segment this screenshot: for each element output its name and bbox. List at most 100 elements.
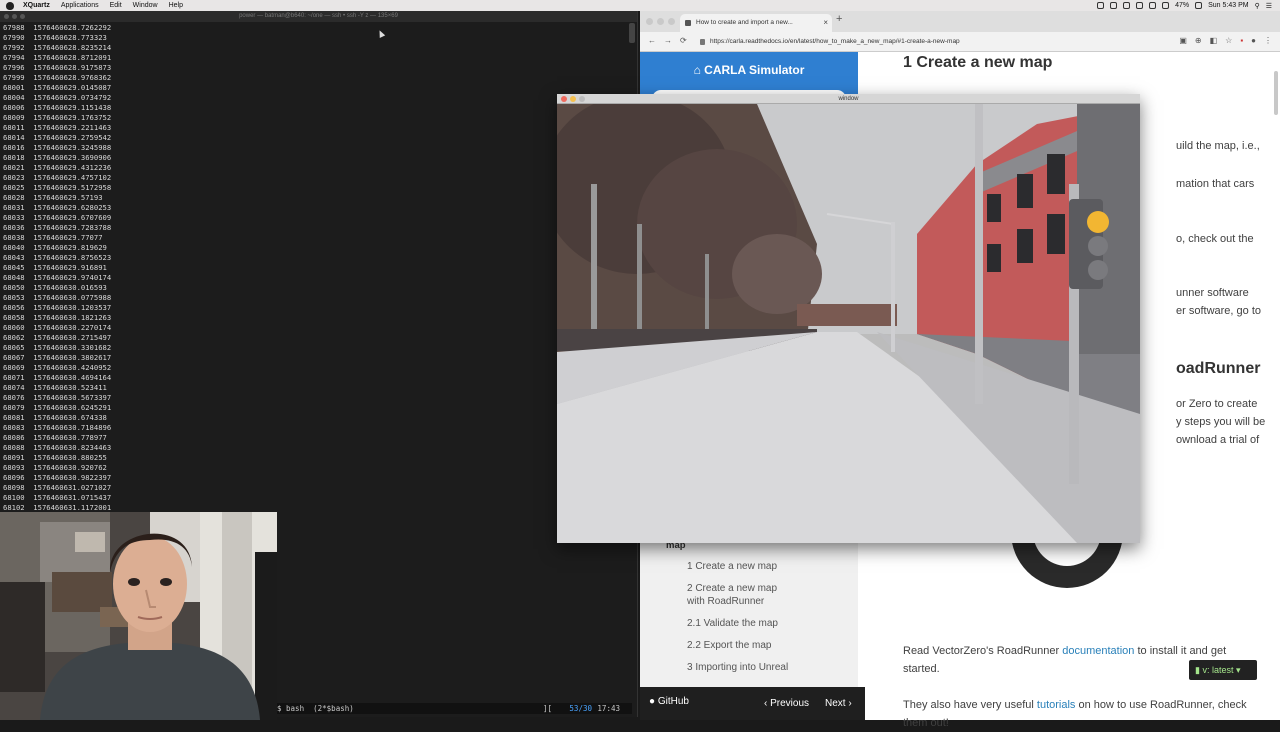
terminal-line: 68071 1576460630.4694164	[3, 373, 112, 382]
zoom-button[interactable]	[668, 18, 675, 25]
volume-icon[interactable]	[1149, 2, 1157, 9]
terminal-title: power — batman@b640: ~/one — ssh • ssh -…	[239, 13, 398, 19]
bluetooth-icon[interactable]	[1136, 2, 1144, 9]
terminal-scrollbar[interactable]	[629, 23, 635, 43]
apple-logo-icon[interactable]	[6, 1, 14, 10]
status-icon-1[interactable]	[1097, 2, 1105, 9]
terminal-line: 67990 1576460628.773323	[3, 33, 107, 42]
zoom-icon[interactable]: ⊕	[1195, 36, 1202, 45]
zoom-button[interactable]	[579, 96, 585, 102]
close-button[interactable]	[4, 14, 9, 19]
status-area: 47% Sun 5:43 PM ⚲ ☰	[1097, 0, 1272, 11]
terminal-line: 68050 1576460630.016593	[3, 283, 107, 292]
tutorials-link[interactable]: tutorials	[1037, 699, 1076, 711]
menu-help[interactable]: Help	[169, 2, 183, 9]
carla-3d-view[interactable]	[557, 104, 1140, 543]
github-label: GitHub	[657, 696, 689, 707]
para-text: They also have very useful	[903, 699, 1037, 711]
previous-link[interactable]: ‹ Previous	[764, 698, 809, 709]
menu-app-name[interactable]: XQuartz	[23, 2, 50, 9]
terminal-line: 68016 1576460629.3245988	[3, 143, 112, 152]
terminal-line: 67988 1576460628.7262292	[3, 23, 112, 32]
battery-percent[interactable]: 47%	[1175, 2, 1189, 9]
next-label: Next	[825, 698, 846, 709]
terminal-line: 67996 1576460628.9175873	[3, 63, 112, 72]
tab-close-icon[interactable]: ×	[823, 14, 828, 32]
terminal-line: 68053 1576460630.0775988	[3, 293, 112, 302]
github-link[interactable]: ● GitHub	[649, 696, 689, 707]
documentation-link[interactable]: documentation	[1062, 645, 1134, 657]
extension-icon[interactable]: ▣	[1179, 36, 1187, 45]
forward-icon[interactable]: →	[664, 36, 672, 45]
terminal-line: 68045 1576460629.916891	[3, 263, 107, 272]
menu-kebab-icon[interactable]: ⋮	[1264, 36, 1272, 45]
minimize-button[interactable]	[657, 18, 664, 25]
lock-icon	[700, 39, 705, 45]
terminal-line: 68004 1576460629.0734792	[3, 93, 112, 102]
toc-item-roadrunner[interactable]: 2 Create a new map with RoadRunner	[640, 582, 790, 608]
menu-window[interactable]: Window	[133, 2, 158, 9]
terminal-titlebar[interactable]: power — batman@b640: ~/one — ssh • ssh -…	[0, 11, 637, 22]
terminal-line: 68086 1576460630.778977	[3, 433, 107, 442]
toc-item-export[interactable]: 2.2 Export the map	[640, 639, 858, 652]
terminal-line: 68048 1576460629.9740174	[3, 273, 112, 282]
next-link[interactable]: Next ›	[825, 698, 852, 709]
new-tab-button[interactable]: +	[836, 13, 842, 25]
wifi-icon[interactable]	[1162, 2, 1170, 9]
status-icon-3[interactable]	[1123, 2, 1131, 9]
content-fragment: o, check out the	[1176, 233, 1254, 245]
status-icon-2[interactable]	[1110, 2, 1118, 9]
previous-label: Previous	[770, 698, 810, 709]
terminal-line: 68076 1576460630.5673397	[3, 393, 112, 402]
active-tab[interactable]: How to create and import a new... ×	[680, 14, 832, 32]
carla-window[interactable]: window	[557, 94, 1140, 543]
terminal-line: 68058 1576460630.1821263	[3, 313, 112, 322]
toc-item-create-map[interactable]: 1 Create a new map	[640, 560, 858, 573]
toolbar-extensions: ▣ ⊕ ◧ ☆ ▪ ● ⋮	[1179, 36, 1272, 45]
terminal-line: 68006 1576460629.1151438	[3, 103, 112, 112]
extension-red-icon[interactable]: ▪	[1240, 36, 1243, 45]
terminal-line: 68093 1576460630.920762	[3, 463, 107, 472]
reload-icon[interactable]: ⟳	[680, 36, 687, 45]
docs-footer-nav: ● GitHub ‹ Previous Next ›	[640, 687, 865, 720]
battery-icon[interactable]	[1195, 2, 1203, 9]
content-fragment: unner software	[1176, 287, 1249, 299]
terminal-line: 67994 1576460628.8712091	[3, 53, 112, 62]
webcam-overlay	[0, 512, 277, 720]
terminal-line: 68028 1576460629.57193	[3, 193, 103, 202]
profile-icon[interactable]: ●	[1251, 36, 1256, 45]
tab-title: How to create and import a new...	[696, 19, 793, 26]
terminal-line: 68098 1576460631.0271027	[3, 483, 112, 492]
menu-edit[interactable]: Edit	[110, 2, 122, 9]
terminal-line: 68023 1576460629.4757102	[3, 173, 112, 182]
close-button[interactable]	[561, 96, 567, 102]
back-icon[interactable]: ←	[648, 36, 656, 45]
menu-applications[interactable]: Applications	[61, 2, 99, 9]
terminal-line: 68018 1576460629.3690906	[3, 153, 112, 162]
minimize-button[interactable]	[12, 14, 17, 19]
terminal-line: 68081 1576460630.674338	[3, 413, 107, 422]
minimize-button[interactable]	[570, 96, 576, 102]
terminal-line: 68001 1576460629.0145087	[3, 83, 112, 92]
bookmark-star-icon[interactable]: ☆	[1225, 36, 1232, 45]
terminal-line: 68031 1576460629.6280253	[3, 203, 112, 212]
menu-clock[interactable]: Sun 5:43 PM	[1208, 2, 1248, 9]
terminal-line: 68014 1576460629.2759542	[3, 133, 112, 142]
toc-item-import-unreal[interactable]: 3 Importing into Unreal	[640, 661, 858, 674]
notification-center-icon[interactable]: ☰	[1266, 2, 1272, 10]
terminal-line: 68091 1576460630.880255	[3, 453, 107, 462]
close-button[interactable]	[646, 18, 653, 25]
address-bar[interactable]: https://carla.readthedocs.io/en/latest/h…	[700, 35, 1170, 49]
share-icon[interactable]: ◧	[1210, 36, 1218, 45]
content-fragment: or Zero to create	[1176, 398, 1258, 410]
carla-titlebar[interactable]: window	[557, 94, 1140, 104]
terminal-line: 68069 1576460630.4240952	[3, 363, 112, 372]
page-scrollbar[interactable]	[1274, 71, 1278, 115]
terminal-line: 68043 1576460629.8756523	[3, 253, 112, 262]
spotlight-icon[interactable]: ⚲	[1255, 2, 1260, 10]
version-badge[interactable]: ▮ v: latest ▾	[1189, 660, 1257, 680]
terminal-line: 68038 1576460629.77077	[3, 233, 103, 242]
toc-item-validate[interactable]: 2.1 Validate the map	[640, 617, 858, 630]
zoom-button[interactable]	[20, 14, 25, 19]
terminal-line: 68060 1576460630.2270174	[3, 323, 112, 332]
